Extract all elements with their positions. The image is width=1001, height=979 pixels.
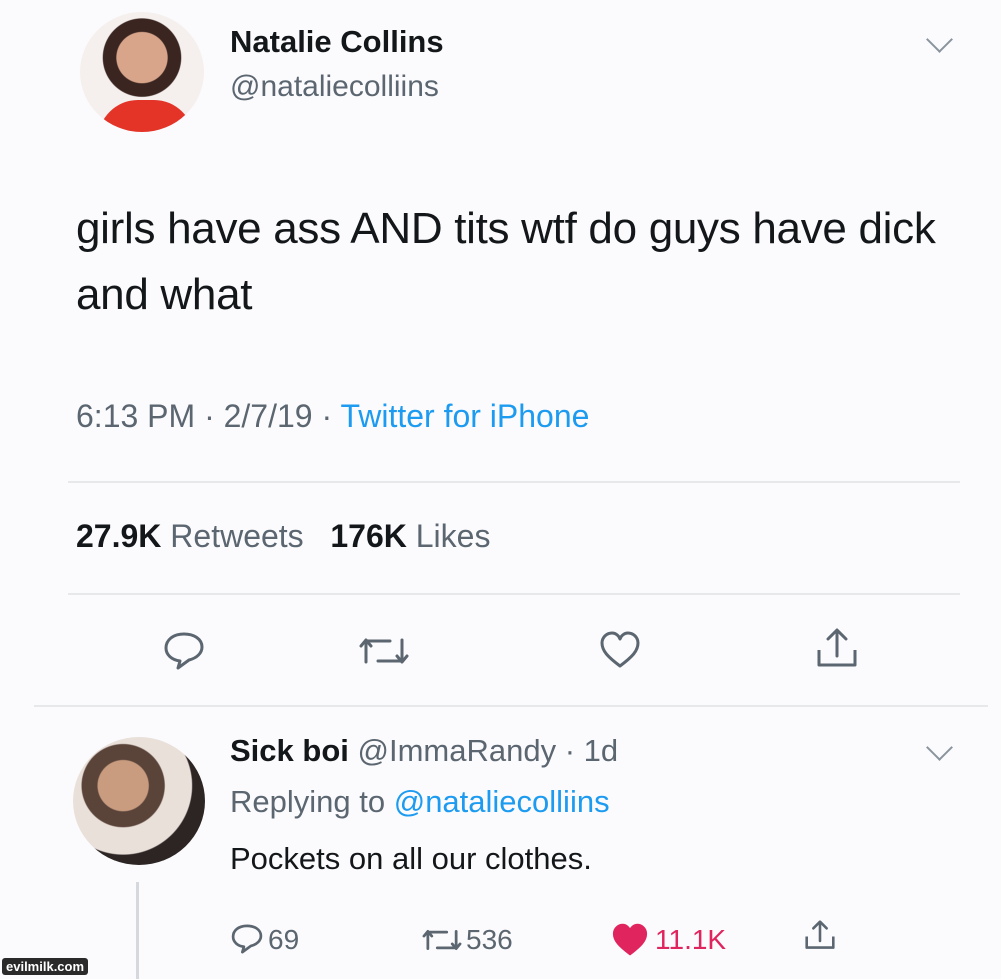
divider (34, 705, 988, 707)
watermark: evilmilk.com (2, 958, 89, 975)
reply-icon[interactable] (230, 923, 264, 955)
share-icon[interactable] (803, 918, 837, 952)
retweets-stat[interactable]: 27.9K Retweets (76, 518, 304, 554)
thread-line (136, 882, 139, 979)
meta-separator: · (321, 398, 333, 434)
reply-age: 1d (583, 733, 619, 768)
share-icon[interactable] (814, 626, 860, 670)
reply-author-avatar[interactable] (73, 737, 205, 865)
reply-icon[interactable] (162, 631, 206, 671)
author-handle[interactable]: @nataliecolliins (230, 70, 439, 104)
replying-to: Replying to @nataliecolliins (230, 784, 610, 820)
meta-separator: · (564, 733, 576, 768)
tweet-source-link[interactable]: Twitter for iPhone (340, 398, 589, 434)
replying-prefix: Replying to (230, 784, 386, 819)
author-avatar[interactable] (80, 12, 204, 132)
divider (68, 481, 960, 483)
chevron-down-icon[interactable] (926, 26, 953, 53)
author-name[interactable]: Natalie Collins (230, 24, 444, 60)
tweet-text: girls have ass AND tits wtf do guys have… (76, 204, 936, 319)
likes-stat[interactable]: 176K Likes (330, 518, 490, 554)
divider (68, 593, 960, 595)
like-filled-icon[interactable] (610, 922, 650, 958)
retweets-count: 27.9K (76, 518, 162, 554)
tweet-stats: 27.9K Retweets 176K Likes (76, 518, 490, 555)
avatar-shirt (98, 100, 194, 132)
likes-label: Likes (415, 518, 491, 554)
like-count: 11.1K (655, 924, 727, 955)
tweet-meta: 6:13 PM · 2/7/19 · Twitter for iPhone (76, 398, 589, 435)
like-icon[interactable] (598, 630, 642, 670)
chevron-down-icon[interactable] (926, 734, 953, 761)
likes-count: 176K (330, 518, 407, 554)
retweet-count: 536 (466, 924, 513, 955)
retweet-icon[interactable] (420, 925, 464, 955)
reply-author-name[interactable]: Sick boi (230, 733, 349, 768)
tweet-time: 6:13 PM (76, 398, 196, 434)
replying-mention-link[interactable]: @nataliecolliins (394, 784, 610, 819)
retweet-icon[interactable] (356, 632, 412, 670)
reply-author-handle[interactable]: @ImmaRandy (358, 733, 557, 768)
reply-count: 69 (268, 924, 300, 955)
meta-separator: · (204, 398, 215, 434)
tweet-date: 2/7/19 (223, 398, 313, 434)
reply-text: Pockets on all our clothes. (230, 841, 592, 876)
reply-header: Sick boi @ImmaRandy · 1d (230, 733, 618, 769)
retweets-label: Retweets (170, 518, 304, 554)
